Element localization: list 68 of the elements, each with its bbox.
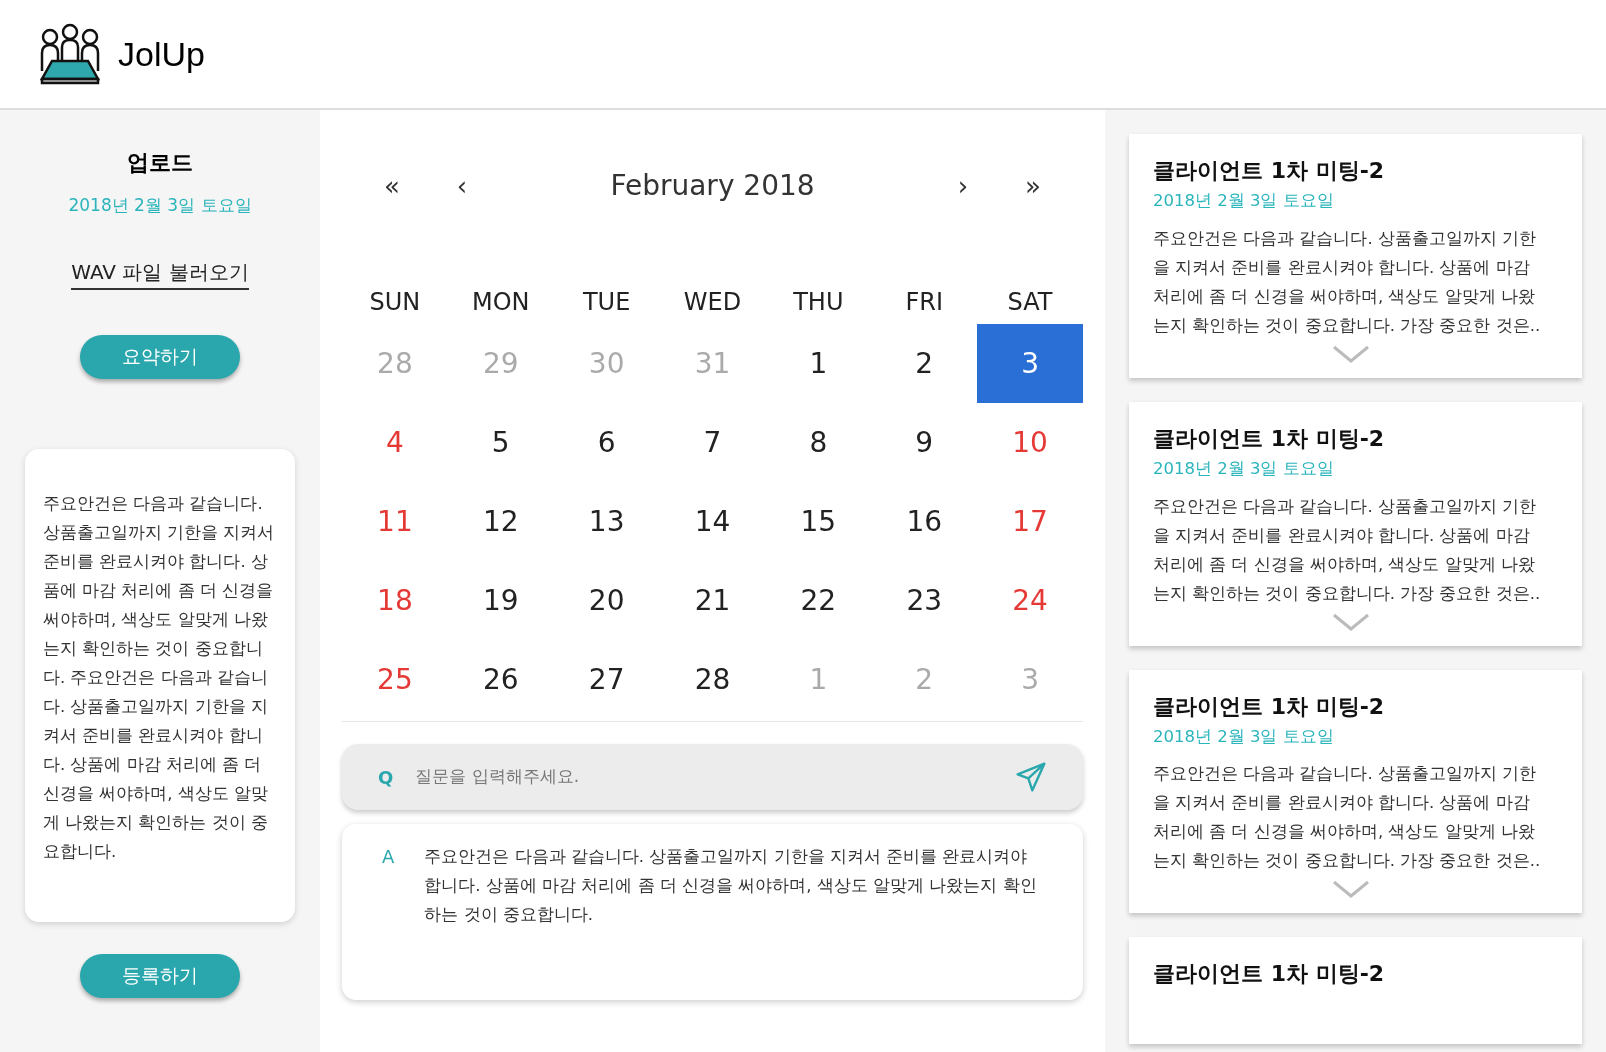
calendar-day[interactable]: 28 [659,640,766,719]
weekday-header: FRI [904,287,944,318]
answer-text: 주요안건은 다음과 같습니다. 상품출고일까지 기한을 지켜서 준비를 완료시켜야 합니다. 상품에 마감 처리에 좀 더 신경을 써야하며, 색상도 알맞게 나왔는지 확인하는 것이 중요합니다. [424,846,1038,926]
calendar-day[interactable]: 8 [765,403,872,482]
upload-date: 2018년 2월 3일 토요일 [68,194,252,217]
expand-chevron-icon[interactable] [1331,879,1370,900]
weekday-header: SAT [1006,287,1054,318]
meeting-title: 클라이언트 1차 미팅-2 [1153,424,1386,453]
calendar-day[interactable]: 17 [977,482,1083,561]
meeting-card[interactable]: 클라이언트 1차 미팅-2 2018년 2월 3일 토요일 주요안건은 다음과 같습니다. 상품출고일까지 기한을 지켜서 준비를 완료시켜야 합니다. 상품에 마감 처리에 좀 더 신경을 써야하며, 색상도 알맞게 나왔는지 확인하는 것이 중요합니다. 가장 중요한 것은.. [1129,401,1582,646]
calendar-day[interactable]: 6 [553,403,660,482]
meeting-card[interactable]: 클라이언트 1차 미팅-2 [1129,937,1582,1045]
question-label: Q [378,765,394,790]
meeting-card[interactable]: 클라이언트 1차 미팅-2 2018년 2월 3일 토요일 주요안건은 다음과 같습니다. 상품출고일까지 기한을 지켜서 준비를 완료시켜야 합니다. 상품에 마감 처리에 좀 더 신경을 써야하며, 색상도 알맞게 나왔는지 확인하는 것이 중요합니다. 가장 중요한 것은.. [1129,134,1582,378]
calendar-day[interactable]: 15 [765,482,872,561]
meeting-title: 클라이언트 1차 미팅-2 [1153,692,1386,721]
expand-chevron-icon[interactable] [1331,343,1370,364]
meeting-summary: 주요안건은 다음과 같습니다. 상품출고일까지 기한을 지켜서 준비를 완료시켜야 합니다. 상품에 마감 처리에 좀 더 신경을 써야하며, 색상도 알맞게 나왔는지 확인하는 것이 중요합니다. 가장 중요한 것은.. [1153,763,1542,873]
weekday-header: SUN [368,287,422,318]
month-title: February 2018 [609,168,816,204]
meeting-date: 2018년 2월 3일 토요일 [1153,190,1335,212]
calendar-day[interactable]: 26 [447,640,554,719]
answer-label: A [382,845,395,869]
first-month-button[interactable]: « [357,166,427,206]
calendar-day[interactable]: 25 [342,640,448,719]
calendar-day[interactable]: 18 [342,561,448,640]
calendar-day[interactable]: 13 [553,482,660,561]
calendar-day[interactable]: 1 [765,324,872,403]
calendar-day[interactable]: 23 [871,561,978,640]
calendar-day[interactable]: 16 [871,482,978,561]
question-input[interactable]: 질문을 입력해주세요. [415,764,993,790]
meeting-summary: 주요안건은 다음과 같습니다. 상품출고일까지 기한을 지켜서 준비를 완료시켜야 합니다. 상품에 마감 처리에 좀 더 신경을 써야하며, 색상도 알맞게 나왔는지 확인하는 것이 중요합니다. 가장 중요한 것은.. [1153,495,1542,605]
calendar-day[interactable]: 7 [659,403,766,482]
calendar-day[interactable]: 22 [765,561,872,640]
calendar-day[interactable]: 5 [447,403,554,482]
prev-month-button[interactable]: ‹ [427,166,497,206]
calendar-day[interactable]: 21 [659,561,766,640]
upload-title: 업로드 [127,149,193,177]
meeting-table-icon [38,23,102,85]
calendar-day[interactable]: 10 [977,403,1083,482]
calendar-day[interactable]: 27 [553,640,660,719]
last-month-button[interactable]: » [998,166,1068,206]
weekday-header: THU [792,287,845,318]
calendar-day[interactable]: 11 [342,482,448,561]
calendar-day[interactable]: 4 [342,403,448,482]
meeting-card[interactable]: 클라이언트 1차 미팅-2 2018년 2월 3일 토요일 주요안건은 다음과 같습니다. 상품출고일까지 기한을 지켜서 준비를 완료시켜야 합니다. 상품에 마감 처리에 좀 더 신경을 써야하며, 색상도 알맞게 나왔는지 확인하는 것이 중요합니다. 가장 중요한 것은.. [1129,669,1582,914]
calendar-day[interactable]: 24 [977,561,1083,640]
send-icon[interactable] [1015,761,1047,793]
calendar-day[interactable]: 19 [447,561,554,640]
weekday-header: MON [471,287,531,318]
expand-chevron-icon[interactable] [1331,611,1370,632]
summary-card: 주요안건은 다음과 같습니다. 상품출고일까지 기한을 지켜서 준비를 완료시켜야 합니다. 상품에 마감 처리에 좀 더 신경을 써야하며, 색상도 알맞게 나왔는지 확인하는 것이 중요합니다. 주요안건은 다음과 같습니다. 상품출고일까지 기한을 지켜서 준비를 완료시켜야 합니다. 상품에 마감 처리에 좀 더 신경을 써야하며, 색상도 알맞게 나왔는지 확인하는 것이 중요합니다. [25,448,295,922]
next-month-button[interactable]: › [928,166,998,206]
meeting-date: 2018년 2월 3일 토요일 [1153,457,1335,480]
calendar-day[interactable]: 20 [553,561,660,640]
meeting-summary: 주요안건은 다음과 같습니다. 상품출고일까지 기한을 지켜서 준비를 완료시켜야 합니다. 상품에 마감 처리에 좀 더 신경을 써야하며, 색상도 알맞게 나왔는지 확인하는 것이 중요합니다. 가장 중요한 것은.. [1153,227,1542,337]
meeting-date: 2018년 2월 3일 토요일 [1153,725,1335,748]
weekday-header: TUE [581,287,632,318]
meeting-title: 클라이언트 1차 미팅-2 [1153,960,1386,989]
calendar-day[interactable]: 14 [659,482,766,561]
calendar-day[interactable]: 9 [871,403,978,482]
weekday-header: WED [682,287,743,318]
calendar-day[interactable]: 2 [871,324,978,403]
meeting-title: 클라이언트 1차 미팅-2 [1153,157,1386,185]
calendar-day[interactable]: 12 [447,482,554,561]
file-link[interactable]: WAV 파일 불러오기 [71,256,249,290]
app-name: JolUp [118,33,205,75]
calendar-day[interactable]: 3 [977,324,1083,403]
